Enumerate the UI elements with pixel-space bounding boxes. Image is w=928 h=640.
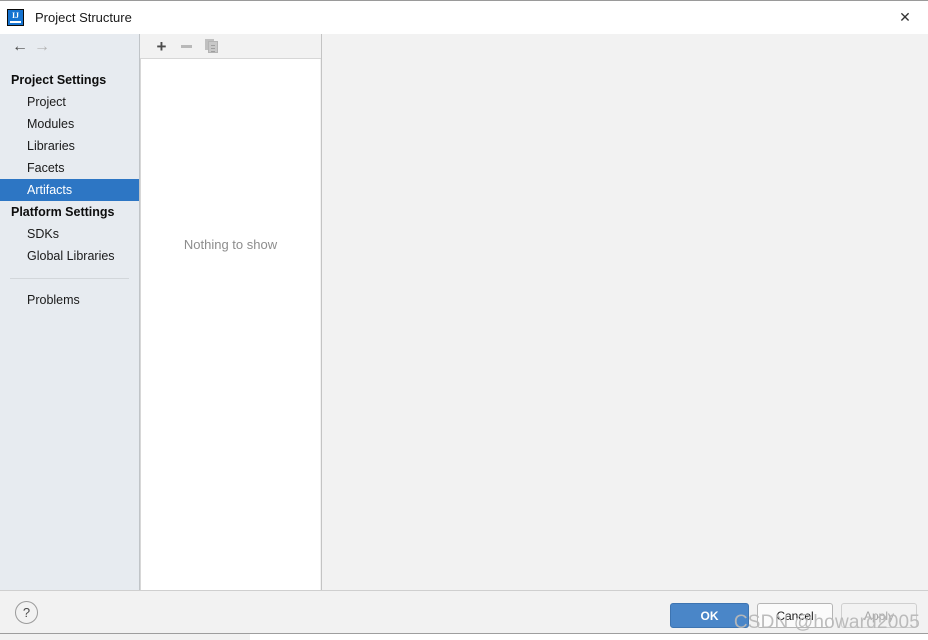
artifacts-list-body[interactable]: Nothing to show [140,59,320,590]
sidebar-item-artifacts[interactable]: Artifacts [0,179,139,201]
cancel-button[interactable]: Cancel [757,603,833,628]
sidebar-item-project[interactable]: Project [0,91,139,113]
back-arrow-icon[interactable]: ← [9,37,31,57]
sidebar-divider [10,278,129,279]
dialog-button-row: OK Cancel Apply [670,603,917,628]
sidebar-item-facets[interactable]: Facets [0,157,139,179]
copy-icon [204,39,219,53]
add-artifact-button[interactable]: + [149,35,174,57]
sidebar-item-problems[interactable]: Problems [0,289,139,311]
sidebar-item-modules[interactable]: Modules [0,113,139,135]
apply-button: Apply [841,603,917,628]
copy-icon-front-sheet [207,41,218,53]
ok-button[interactable]: OK [670,603,749,628]
empty-state-message: Nothing to show [183,237,278,252]
sidebar-item-libraries[interactable]: Libraries [0,135,139,157]
artifacts-toolbar: + [140,34,321,59]
title-bar: IJ Project Structure ✕ [0,0,928,34]
window-title: Project Structure [35,10,132,25]
dialog-footer: ? OK Cancel Apply [0,590,928,633]
bottom-strip [0,633,928,640]
sidebar-list: Project Settings Project Modules Librari… [0,69,139,311]
forward-arrow-icon[interactable]: → [31,37,53,57]
intellij-idea-icon: IJ [7,9,24,26]
plus-icon: + [156,36,167,56]
close-icon[interactable]: ✕ [882,1,928,34]
copy-artifact-button[interactable] [199,35,224,57]
sidebar-navigation-bar: ← → [0,34,139,60]
artifacts-list-panel: + Nothing to show [140,34,322,590]
sidebar-item-global-libraries[interactable]: Global Libraries [0,245,139,267]
app-icon-letters: IJ [11,11,20,20]
sidebar-group-platform-settings: Platform Settings [11,205,115,219]
bottom-strip-left-segment [0,634,250,640]
sidebar-group-project-settings: Project Settings [11,73,107,87]
sidebar-item-sdks[interactable]: SDKs [0,223,139,245]
remove-artifact-button[interactable] [174,35,199,57]
help-button[interactable]: ? [15,601,38,624]
minus-icon [181,44,192,48]
settings-sidebar: ← → Project Settings Project Modules Lib… [0,34,140,590]
artifact-detail-panel [322,34,928,590]
app-icon-underline [10,21,21,23]
project-structure-dialog: IJ Project Structure ✕ ← → Project Setti… [0,0,928,640]
